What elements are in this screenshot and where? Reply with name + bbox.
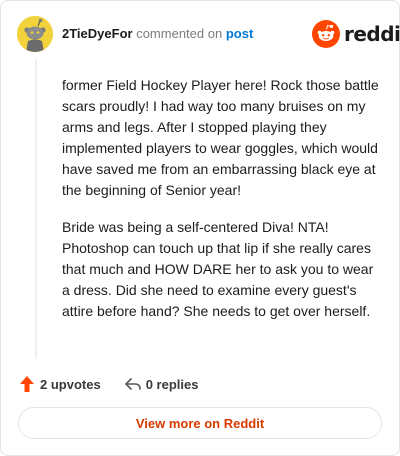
user-avatar[interactable] — [17, 16, 53, 52]
comment-actions: 2 upvotes 0 replies — [17, 374, 198, 394]
snoo-avatar-icon — [17, 16, 53, 52]
view-more-button[interactable]: View more on Reddit — [18, 407, 382, 439]
replies-button[interactable]: 0 replies — [123, 374, 199, 394]
reddit-snoo-icon — [312, 20, 340, 48]
reddit-logo[interactable]: reddit — [312, 20, 400, 48]
upvotes-count: 2 upvotes — [40, 376, 101, 392]
thread-line — [35, 59, 37, 359]
comment-header: 2TieDyeFor commented on post — [62, 25, 253, 42]
upvote-arrow-icon — [17, 374, 37, 394]
comment-body: former Field Hockey Player here! Rock th… — [62, 75, 382, 338]
comment-embed-card: 2TieDyeFor commented on post reddit form… — [0, 0, 400, 456]
reddit-wordmark: reddit — [344, 22, 400, 46]
post-link[interactable]: post — [226, 26, 253, 41]
comment-paragraph: former Field Hockey Player here! Rock th… — [62, 77, 379, 198]
username[interactable]: 2TieDyeFor — [62, 26, 133, 41]
commented-on-text: commented on — [136, 26, 223, 41]
upvote-button[interactable]: 2 upvotes — [17, 374, 101, 394]
reply-arrow-icon — [123, 374, 143, 394]
comment-paragraph: Bride was being a self-centered Diva! NT… — [62, 219, 374, 319]
replies-count: 0 replies — [145, 376, 199, 392]
